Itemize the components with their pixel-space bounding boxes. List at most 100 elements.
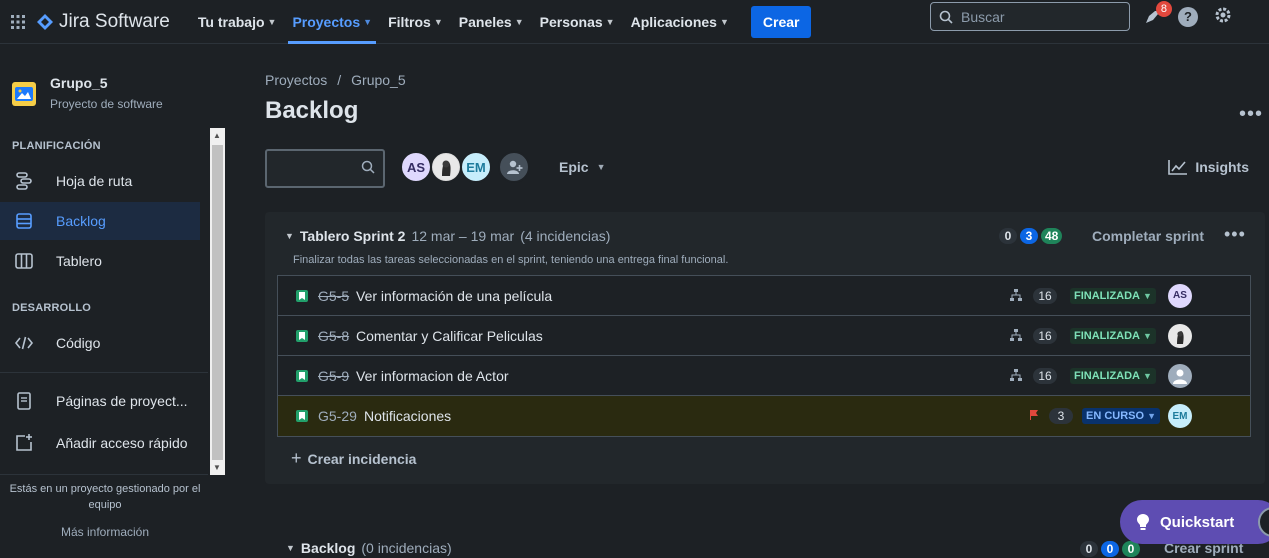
insights-icon bbox=[1168, 160, 1188, 175]
scroll-up-icon[interactable]: ▲ bbox=[213, 131, 221, 140]
user-photo-icon bbox=[433, 154, 459, 180]
nav-personas[interactable]: Personas ▼ bbox=[532, 0, 623, 44]
chevron-down-icon: ▼ bbox=[1143, 290, 1152, 301]
story-icon bbox=[296, 289, 308, 302]
sidebar-item-roadmap[interactable]: Hoja de ruta bbox=[0, 162, 200, 200]
insights-label: Insights bbox=[1195, 159, 1249, 175]
sprint-dates: 12 mar – 19 mar bbox=[411, 228, 515, 244]
notifications-button[interactable]: 8 bbox=[1140, 0, 1172, 29]
in-progress-count-badge: 0 bbox=[1101, 541, 1119, 557]
sidebar-divider bbox=[0, 372, 208, 373]
status-label: FINALIZADA bbox=[1074, 329, 1140, 342]
issue-summary: Ver informacion de Actor bbox=[356, 367, 509, 384]
nav-paneles[interactable]: Paneles ▼ bbox=[451, 0, 532, 44]
search-icon bbox=[361, 160, 375, 174]
scroll-down-icon[interactable]: ▼ bbox=[213, 463, 221, 472]
backlog-issue-count: (0 incidencias) bbox=[361, 540, 452, 556]
story-points-badge[interactable]: 16 bbox=[1033, 287, 1057, 304]
scrollbar-thumb[interactable] bbox=[212, 145, 223, 460]
avatar[interactable]: EM bbox=[460, 151, 492, 183]
sidebar-footer: Estás en un proyecto gestionado por el e… bbox=[0, 481, 210, 540]
story-icon bbox=[296, 369, 308, 382]
sidebar-item-code[interactable]: Código bbox=[0, 324, 200, 362]
todo-count-badge: 0 bbox=[1080, 541, 1098, 557]
project-type: Proyecto de software bbox=[50, 97, 163, 111]
breadcrumb-projects[interactable]: Proyectos bbox=[265, 72, 327, 88]
avatar[interactable]: AS bbox=[400, 151, 432, 183]
sidebar-item-label: Tablero bbox=[56, 253, 102, 269]
issue-key[interactable]: G5-8 bbox=[318, 328, 349, 344]
nav-label: Tu trabajo bbox=[197, 13, 265, 30]
status-dropdown[interactable]: FINALIZADA ▼ bbox=[1070, 287, 1156, 304]
nav-aplicaciones[interactable]: Aplicaciones ▼ bbox=[623, 0, 737, 44]
breadcrumb-project[interactable]: Grupo_5 bbox=[351, 72, 405, 88]
avatar[interactable] bbox=[1168, 363, 1192, 388]
backlog-search-input[interactable] bbox=[265, 149, 385, 188]
nav-filtros[interactable]: Filtros ▼ bbox=[380, 0, 451, 44]
insights-button[interactable]: Insights bbox=[1168, 159, 1249, 175]
story-icon bbox=[296, 329, 308, 342]
story-points-badge[interactable]: 3 bbox=[1049, 408, 1073, 424]
jira-logo[interactable]: Jira Software bbox=[36, 11, 170, 33]
issue-key[interactable]: G5-29 bbox=[318, 408, 357, 424]
more-info-link[interactable]: Más información bbox=[0, 524, 210, 540]
add-people-button[interactable] bbox=[498, 151, 530, 183]
user-photo-icon bbox=[1177, 330, 1184, 344]
sprint-more-icon[interactable]: ••• bbox=[1224, 224, 1246, 245]
create-issue-button[interactable]: + Crear incidencia bbox=[291, 448, 416, 469]
status-dropdown[interactable]: EN CURSO ▼ bbox=[1082, 408, 1160, 424]
sidebar-divider bbox=[0, 474, 208, 475]
nav-tu-trabajo[interactable]: Tu trabajo ▼ bbox=[190, 0, 285, 44]
issue-key[interactable]: G5-5 bbox=[318, 288, 349, 304]
project-header[interactable]: Grupo_5 Proyecto de software bbox=[12, 75, 163, 111]
sprint-header[interactable]: ▼ Tablero Sprint 2 12 mar – 19 mar (4 in… bbox=[285, 228, 610, 244]
done-count-badge: 48 bbox=[1041, 228, 1063, 244]
issue-row[interactable]: G5-8 Comentar y Calificar Peliculas 16 F… bbox=[278, 316, 1250, 356]
more-actions-icon[interactable]: ••• bbox=[1239, 103, 1263, 126]
search-placeholder: Buscar bbox=[961, 8, 1005, 25]
backlog-status-counts: 0 0 0 bbox=[1080, 541, 1140, 557]
app-switcher-icon[interactable] bbox=[2, 6, 34, 38]
avatar[interactable]: EM bbox=[1168, 404, 1192, 428]
development-section-title: DESARROLLO bbox=[12, 302, 91, 314]
chevron-down-icon: ▼ bbox=[596, 162, 606, 172]
issue-row[interactable]: G5-29 Notificaciones 3 EN CURSO ▼ EM bbox=[278, 396, 1250, 436]
issue-summary: Notificaciones bbox=[364, 408, 452, 424]
story-points-badge[interactable]: 16 bbox=[1033, 327, 1057, 344]
sprint-goal: Finalizar todas las tareas seleccionadas… bbox=[293, 254, 729, 266]
issue-row[interactable]: G5-5 Ver información de una película 16 … bbox=[278, 276, 1250, 316]
search-input[interactable]: Buscar bbox=[930, 2, 1130, 31]
status-dropdown[interactable]: FINALIZADA ▼ bbox=[1070, 367, 1156, 384]
quickstart-button[interactable]: Quickstart bbox=[1120, 500, 1269, 544]
issue-key[interactable]: G5-9 bbox=[318, 368, 349, 384]
sidebar-item-project-pages[interactable]: Páginas de proyect... bbox=[0, 382, 200, 420]
sidebar-item-add-shortcut[interactable]: Añadir acceso rápido bbox=[0, 424, 200, 462]
lightbulb-icon bbox=[1137, 514, 1149, 530]
chevron-down-icon: ▼ bbox=[719, 16, 729, 27]
chevron-down-icon: ▼ bbox=[286, 543, 295, 553]
sidebar-item-board[interactable]: Tablero bbox=[0, 242, 200, 280]
sidebar-item-backlog[interactable]: Backlog bbox=[0, 202, 200, 240]
team-managed-note: Estás en un proyecto gestionado por el e… bbox=[9, 483, 201, 511]
chevron-down-icon: ▼ bbox=[1147, 411, 1156, 421]
nav-label: Paneles bbox=[458, 13, 512, 30]
avatar[interactable]: AS bbox=[1168, 283, 1192, 308]
sidebar-item-label: Páginas de proyect... bbox=[56, 393, 188, 409]
complete-sprint-button[interactable]: Completar sprint bbox=[1092, 228, 1204, 244]
issue-row[interactable]: G5-9 Ver informacion de Actor 16 FINALIZ… bbox=[278, 356, 1250, 396]
status-dropdown[interactable]: FINALIZADA ▼ bbox=[1070, 327, 1156, 344]
avatar[interactable] bbox=[1168, 323, 1192, 348]
backlog-header[interactable]: ▼ Backlog (0 incidencias) bbox=[286, 540, 452, 556]
settings-icon[interactable] bbox=[1212, 4, 1234, 29]
story-points-badge[interactable]: 16 bbox=[1033, 367, 1057, 384]
chevron-down-icon: ▼ bbox=[1143, 370, 1152, 381]
epic-filter[interactable]: Epic ▼ bbox=[559, 159, 606, 175]
nav-label: Filtros bbox=[388, 13, 431, 30]
avatar[interactable] bbox=[430, 151, 462, 183]
backlog-icon bbox=[12, 211, 36, 231]
sidebar-item-label: Código bbox=[56, 335, 101, 351]
create-button[interactable]: Crear bbox=[750, 5, 812, 38]
help-icon[interactable]: ? bbox=[1178, 6, 1198, 27]
sprint-issue-count: (4 incidencias) bbox=[520, 228, 611, 244]
nav-proyectos[interactable]: Proyectos ▼ bbox=[284, 0, 380, 44]
